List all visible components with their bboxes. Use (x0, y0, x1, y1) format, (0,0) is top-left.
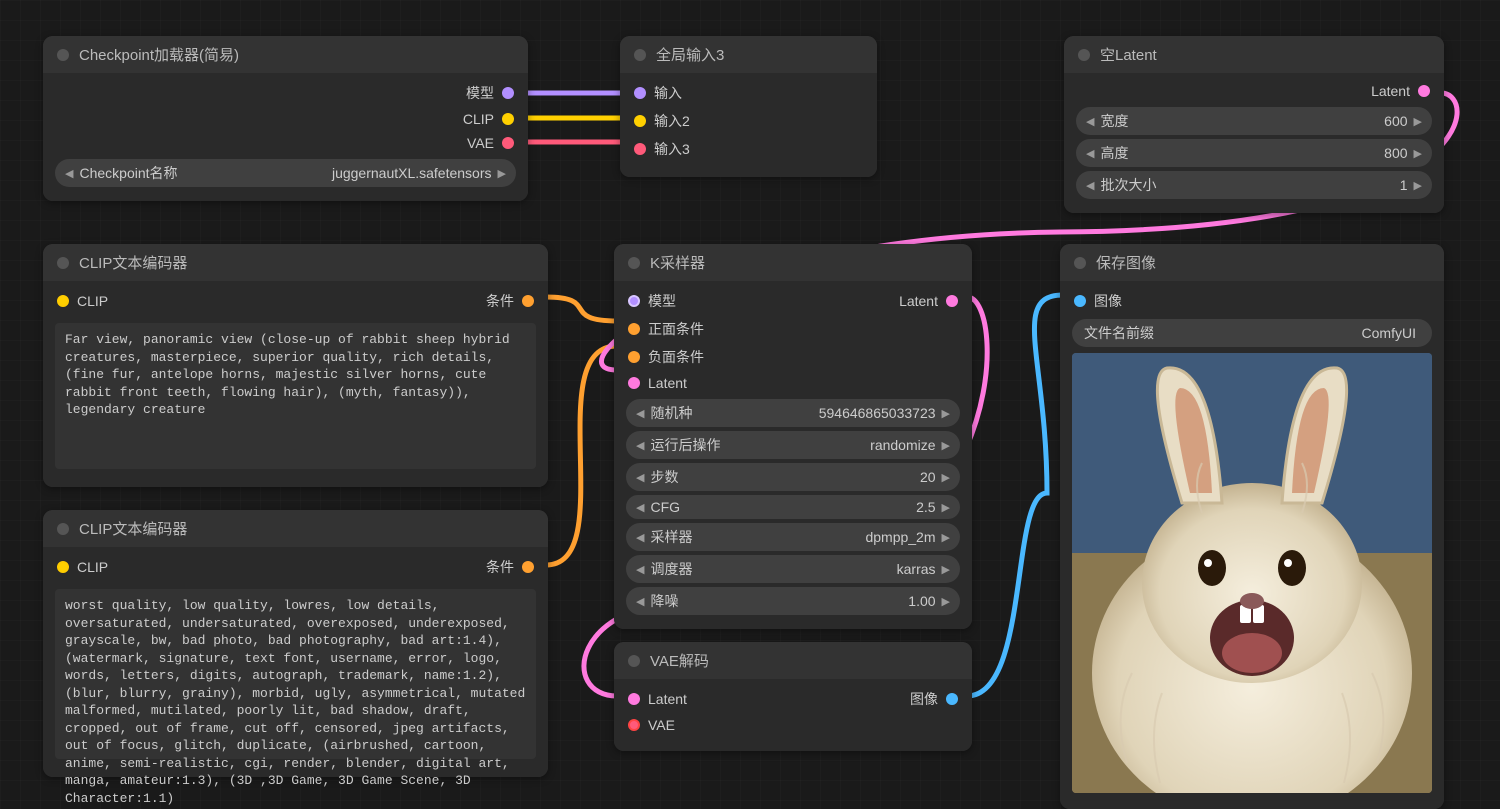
chevron-left-icon[interactable]: ◀ (636, 595, 644, 608)
chevron-left-icon[interactable]: ◀ (636, 439, 644, 452)
output-port-latent[interactable]: Latent (899, 291, 958, 311)
input-port-image[interactable]: 图像 (1060, 287, 1444, 315)
node-title: 全局输入3 (656, 44, 724, 65)
filename-prefix-field[interactable]: 文件名前缀 ComfyUI (1072, 319, 1432, 347)
input-port-vae[interactable]: VAE (614, 713, 972, 737)
chevron-left-icon[interactable]: ◀ (636, 531, 644, 544)
node-header[interactable]: K采样器 (614, 244, 972, 281)
chevron-right-icon[interactable]: ▶ (942, 407, 950, 420)
node-collapse-icon[interactable] (57, 523, 69, 535)
chevron-right-icon[interactable]: ▶ (1414, 115, 1422, 128)
node-header[interactable]: CLIP文本编码器 (43, 244, 548, 281)
chevron-right-icon[interactable]: ▶ (942, 531, 950, 544)
node-collapse-icon[interactable] (628, 257, 640, 269)
chevron-left-icon[interactable]: ◀ (65, 167, 73, 180)
input-port-2[interactable]: 输入2 (620, 107, 877, 135)
node-collapse-icon[interactable] (57, 49, 69, 61)
node-clip-text-encode-positive[interactable]: CLIP文本编码器 CLIP 条件 Far view, panoramic vi… (43, 244, 548, 487)
node-title: Checkpoint加载器(简易) (79, 44, 239, 65)
output-port-conditioning[interactable]: 条件 (486, 557, 534, 577)
empty-latent-field-2[interactable]: ◀批次大小1▶ (1076, 171, 1432, 199)
chevron-right-icon[interactable]: ▶ (1414, 179, 1422, 192)
input-port-negative[interactable]: 负面条件 (614, 343, 972, 371)
node-clip-text-encode-negative[interactable]: CLIP文本编码器 CLIP 条件 worst quality, low qua… (43, 510, 548, 777)
chevron-left-icon[interactable]: ◀ (636, 407, 644, 420)
output-image-preview[interactable] (1072, 353, 1432, 793)
node-title: VAE解码 (650, 650, 709, 671)
empty-latent-field-0[interactable]: ◀宽度600▶ (1076, 107, 1432, 135)
node-collapse-icon[interactable] (634, 49, 646, 61)
input-port-positive[interactable]: 正面条件 (614, 315, 972, 343)
node-save-image[interactable]: 保存图像 图像 文件名前缀 ComfyUI (1060, 244, 1444, 809)
node-collapse-icon[interactable] (1074, 257, 1086, 269)
chevron-left-icon[interactable]: ◀ (1086, 179, 1094, 192)
input-port-3[interactable]: 输入3 (620, 135, 877, 163)
node-empty-latent[interactable]: 空Latent Latent ◀宽度600▶ ◀高度800▶ ◀批次大小1▶ (1064, 36, 1444, 213)
chevron-right-icon[interactable]: ▶ (498, 167, 506, 180)
output-port-clip[interactable]: CLIP (43, 107, 528, 131)
chevron-left-icon[interactable]: ◀ (1086, 147, 1094, 160)
node-header[interactable]: VAE解码 (614, 642, 972, 679)
node-collapse-icon[interactable] (628, 655, 640, 667)
node-title: 空Latent (1100, 44, 1157, 65)
node-header[interactable]: 全局输入3 (620, 36, 877, 73)
node-ksampler[interactable]: K采样器 模型 Latent 正面条件 负面条件 Latent ◀随机种5946… (614, 244, 972, 629)
chevron-left-icon[interactable]: ◀ (636, 501, 644, 514)
empty-latent-field-1[interactable]: ◀高度800▶ (1076, 139, 1432, 167)
chevron-left-icon[interactable]: ◀ (636, 471, 644, 484)
ksampler-field-0[interactable]: ◀随机种594646865033723▶ (626, 399, 960, 427)
chevron-left-icon[interactable]: ◀ (1086, 115, 1094, 128)
node-header[interactable]: CLIP文本编码器 (43, 510, 548, 547)
ksampler-field-5[interactable]: ◀调度器karras▶ (626, 555, 960, 583)
input-port-latent[interactable]: Latent (628, 689, 687, 709)
node-header[interactable]: 保存图像 (1060, 244, 1444, 281)
node-checkpoint-loader[interactable]: Checkpoint加载器(简易) 模型 CLIP VAE ◀ Checkpoi… (43, 36, 528, 201)
ksampler-field-6[interactable]: ◀降噪1.00▶ (626, 587, 960, 615)
input-port-latent[interactable]: Latent (614, 371, 972, 395)
node-title: K采样器 (650, 252, 705, 273)
prompt-textarea[interactable]: worst quality, low quality, lowres, low … (55, 589, 536, 759)
output-port-image[interactable]: 图像 (910, 689, 958, 709)
chevron-right-icon[interactable]: ▶ (942, 501, 950, 514)
chevron-left-icon[interactable]: ◀ (636, 563, 644, 576)
chevron-right-icon[interactable]: ▶ (942, 563, 950, 576)
input-port-model[interactable]: 模型 (628, 291, 676, 311)
node-title: 保存图像 (1096, 252, 1156, 273)
output-port-model[interactable]: 模型 (43, 79, 528, 107)
chevron-right-icon[interactable]: ▶ (942, 471, 950, 484)
ksampler-field-2[interactable]: ◀步数20▶ (626, 463, 960, 491)
prompt-textarea[interactable]: Far view, panoramic view (close-up of ra… (55, 323, 536, 469)
input-port-clip[interactable]: CLIP (57, 291, 108, 311)
output-port-latent[interactable]: Latent (1064, 79, 1444, 103)
node-vae-decode[interactable]: VAE解码 Latent 图像 VAE (614, 642, 972, 751)
chevron-right-icon[interactable]: ▶ (942, 439, 950, 452)
ksampler-field-3[interactable]: ◀CFG2.5▶ (626, 495, 960, 519)
output-port-conditioning[interactable]: 条件 (486, 291, 534, 311)
node-header[interactable]: Checkpoint加载器(简易) (43, 36, 528, 73)
node-title: CLIP文本编码器 (79, 518, 187, 539)
input-port-clip[interactable]: CLIP (57, 557, 108, 577)
chevron-right-icon[interactable]: ▶ (1414, 147, 1422, 160)
node-global-input[interactable]: 全局输入3 输入 输入2 输入3 (620, 36, 877, 177)
checkpoint-name-field[interactable]: ◀ Checkpoint名称 juggernautXL.safetensors … (55, 159, 516, 187)
node-collapse-icon[interactable] (1078, 49, 1090, 61)
output-port-vae[interactable]: VAE (43, 131, 528, 155)
node-header[interactable]: 空Latent (1064, 36, 1444, 73)
ksampler-field-4[interactable]: ◀采样器dpmpp_2m▶ (626, 523, 960, 551)
node-collapse-icon[interactable] (57, 257, 69, 269)
ksampler-field-1[interactable]: ◀运行后操作randomize▶ (626, 431, 960, 459)
node-title: CLIP文本编码器 (79, 252, 187, 273)
chevron-right-icon[interactable]: ▶ (942, 595, 950, 608)
input-port-1[interactable]: 输入 (620, 79, 877, 107)
